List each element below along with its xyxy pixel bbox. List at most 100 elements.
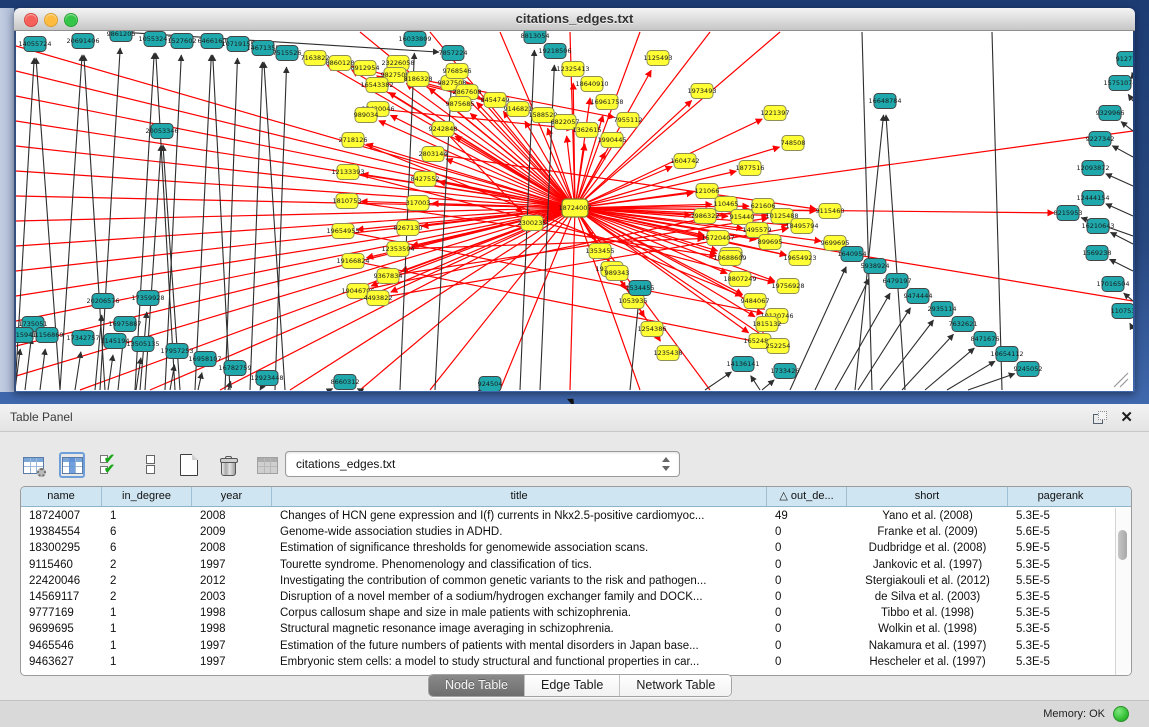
table-cell[interactable]: Jankovic et al. (1997) [847,557,1008,573]
table-cell[interactable]: 1998 [192,605,272,621]
table-cell[interactable]: 5.3E-5 [1008,557,1113,573]
table-cell[interactable]: 1998 [192,621,272,637]
table-cell[interactable]: 9115460 [21,557,102,573]
table-cell[interactable]: Corpus callosum shape and size in male p… [272,605,767,621]
table-cell[interactable]: 1 [102,638,192,654]
table-cell[interactable]: 0 [767,524,847,540]
table-row[interactable]: 1938455462009Genome-wide association stu… [21,524,1116,540]
column-header-year[interactable]: year [192,487,272,506]
table-cell[interactable]: 1 [102,508,192,524]
table-cell[interactable]: Genome-wide association studies in ADHD. [272,524,767,540]
resize-grip[interactable] [1114,373,1128,387]
table-cell[interactable]: 0 [767,589,847,605]
table-cell[interactable]: Hescheler et al. (1997) [847,654,1008,670]
table-cell[interactable]: 2009 [192,524,272,540]
table-cell[interactable]: 22420046 [21,573,102,589]
table-cell[interactable]: Estimation of significance thresholds fo… [272,540,767,556]
table-row[interactable]: 1872400712008Changes of HCN gene express… [21,508,1116,524]
table-cell[interactable]: Wolkin et al. (1998) [847,621,1008,637]
table-cell[interactable]: 2003 [192,589,272,605]
table-row[interactable]: 977716911998Corpus callosum shape and si… [21,605,1116,621]
table-cell[interactable]: Yano et al. (2008) [847,508,1008,524]
table-cell[interactable]: 5.3E-5 [1008,508,1113,524]
table-cell[interactable]: 1 [102,621,192,637]
show-columns-button[interactable] [59,452,85,478]
table-cell[interactable]: 1997 [192,638,272,654]
table-cell[interactable]: 0 [767,540,847,556]
table-cell[interactable]: 0 [767,621,847,637]
tab-node-table[interactable]: Node Table [429,675,525,696]
table-cell[interactable]: Stergiakouli et al. (2012) [847,573,1008,589]
column-header-out_de[interactable]: △ out_de... [767,487,847,506]
table-cell[interactable]: Investigating the contribution of common… [272,573,767,589]
table-cell[interactable]: 5.3E-5 [1008,654,1113,670]
table-cell[interactable]: 18300295 [21,540,102,556]
table-cell[interactable]: Changes of HCN gene expression and I(f) … [272,508,767,524]
table-cell[interactable]: 2012 [192,573,272,589]
table-cell[interactable]: 0 [767,557,847,573]
column-header-name[interactable]: name [21,487,102,506]
table-cell[interactable]: 2008 [192,540,272,556]
table-cell[interactable]: 0 [767,605,847,621]
table-cell[interactable]: Embryonic stem cells: a model to study s… [272,654,767,670]
column-header-pagerank[interactable]: pagerank [1008,487,1113,506]
network-canvas[interactable]: 1872400771638228860128891295423226058982… [16,31,1133,391]
table-cell[interactable]: de Silva et al. (2003) [847,589,1008,605]
table-cell[interactable]: 9777169 [21,605,102,621]
table-cell[interactable]: 14569117 [21,589,102,605]
table-cell[interactable]: Nakamura et al. (1997) [847,638,1008,654]
create-column-button[interactable] [176,452,202,478]
tab-network-table[interactable]: Network Table [620,675,731,696]
table-cell[interactable]: 2008 [192,508,272,524]
table-selector-combobox[interactable]: citations_edges.txt [285,451,680,477]
table-cell[interactable]: 0 [767,638,847,654]
table-cell[interactable]: 9463627 [21,654,102,670]
table-cell[interactable]: 18724007 [21,508,102,524]
table-cell[interactable]: 5.5E-5 [1008,573,1113,589]
table-cell[interactable]: 5.6E-5 [1008,524,1113,540]
table-cell[interactable]: 6 [102,540,192,556]
table-cell[interactable]: 9699695 [21,621,102,637]
table-cell[interactable]: Estimation of the future numbers of pati… [272,638,767,654]
table-row[interactable]: 2242004622012Investigating the contribut… [21,573,1116,589]
table-cell[interactable]: 49 [767,508,847,524]
table-cell[interactable]: 5.3E-5 [1008,589,1113,605]
table-cell[interactable]: Structural magnetic resonance image aver… [272,621,767,637]
table-row[interactable]: 969969511998Structural magnetic resonanc… [21,621,1116,637]
table-cell[interactable]: 5.3E-5 [1008,621,1113,637]
column-header-title[interactable]: title [272,487,767,506]
table-cell[interactable]: 0 [767,573,847,589]
table-cell[interactable]: 1997 [192,654,272,670]
table-cell[interactable]: 1 [102,605,192,621]
table-row[interactable]: 946362711997Embryonic stem cells: a mode… [21,654,1116,670]
window-titlebar[interactable]: citations_edges.txt [14,8,1135,31]
table-options-button[interactable] [20,452,46,478]
float-panel-icon[interactable] [1093,411,1105,423]
table-cell[interactable]: 1 [102,654,192,670]
table-cell[interactable]: 9465546 [21,638,102,654]
select-all-columns-button[interactable]: ✔✔ [98,452,124,478]
table-row[interactable]: 1456911722003Disruption of a novel membe… [21,589,1116,605]
table-cell[interactable]: 1997 [192,557,272,573]
table-cell[interactable]: 19384554 [21,524,102,540]
column-header-short[interactable]: short [847,487,1008,506]
close-panel-icon[interactable]: ✕ [1120,408,1133,426]
table-cell[interactable]: 6 [102,524,192,540]
table-cell[interactable]: 5.3E-5 [1008,605,1113,621]
table-cell[interactable]: 5.9E-5 [1008,540,1113,556]
table-cell[interactable]: 0 [767,654,847,670]
tab-edge-table[interactable]: Edge Table [525,675,620,696]
scrollbar-thumb[interactable] [1118,530,1127,560]
table-row[interactable]: 1830029562008Estimation of significance … [21,540,1116,556]
table-row[interactable]: 946554611997Estimation of the future num… [21,638,1116,654]
table-cell[interactable]: Franke et al. (2009) [847,524,1008,540]
table-cell[interactable]: 5.3E-5 [1008,638,1113,654]
table-cell[interactable]: Tibbo et al. (1998) [847,605,1008,621]
delete-column-button[interactable] [215,452,241,478]
table-cell[interactable]: 2 [102,589,192,605]
column-header-in_degree[interactable]: in_degree [102,487,192,506]
table-row[interactable]: 911546021997Tourette syndrome. Phenomeno… [21,557,1116,573]
unselect-all-columns-button[interactable] [137,452,163,478]
table-cell[interactable]: 2 [102,557,192,573]
table-cell[interactable]: 2 [102,573,192,589]
